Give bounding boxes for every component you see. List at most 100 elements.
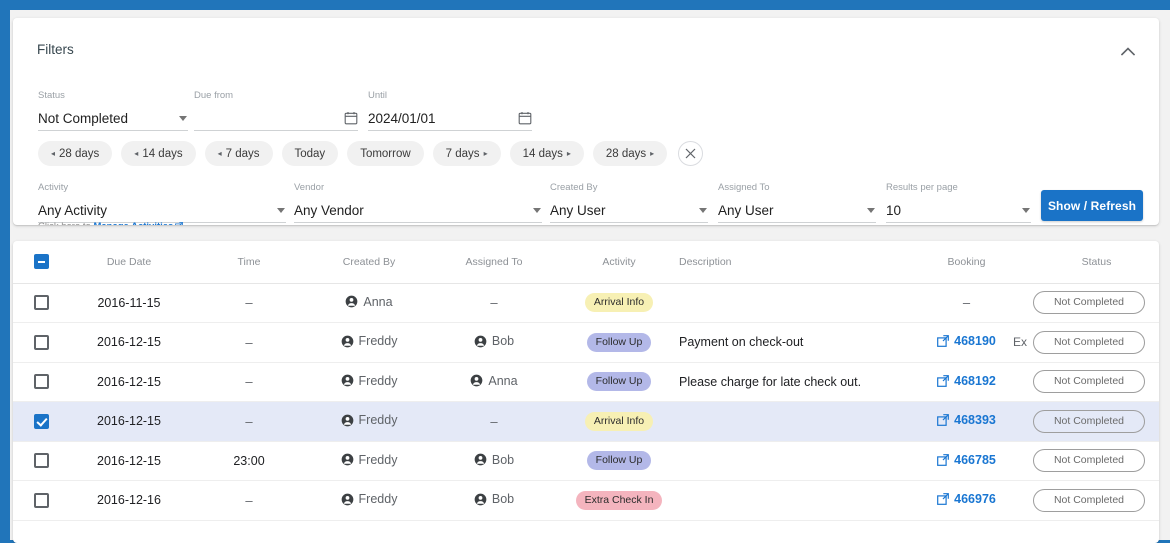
- row-checkbox[interactable]: [34, 414, 49, 429]
- quick-range-chip[interactable]: Today: [282, 141, 339, 166]
- description-cell: [679, 441, 899, 481]
- calendar-icon[interactable]: [344, 111, 358, 125]
- assigned-to-cell: –: [429, 402, 559, 442]
- assigned-to-filter[interactable]: Assigned To Any User: [718, 182, 876, 223]
- time-cell-text: 23:00: [233, 454, 264, 468]
- table-row[interactable]: 2016-12-1523:00FreddyBobFollow Up466785N…: [13, 441, 1159, 481]
- row-checkbox[interactable]: [34, 335, 49, 350]
- activity-badge: Arrival Info: [585, 412, 653, 431]
- created-by-cell: Freddy: [309, 362, 429, 402]
- quick-range-chip[interactable]: ◂28 days: [38, 141, 112, 166]
- created-by-name: Anna: [363, 295, 392, 309]
- status-wrap: Not Completed: [1034, 410, 1159, 433]
- time-cell: –: [189, 323, 309, 363]
- description-text: Payment on check-out: [679, 335, 803, 349]
- booking-link[interactable]: 466785: [937, 453, 996, 467]
- row-select-cell: [13, 362, 69, 402]
- created-by-cell: Anna: [309, 283, 429, 323]
- row-checkbox[interactable]: [34, 493, 49, 508]
- arrow-right-icon: ▸: [567, 150, 571, 158]
- page-surface: Filters Status Not Completed Due from: [10, 10, 1170, 540]
- row-select-cell: [13, 402, 69, 442]
- time-cell: –: [189, 362, 309, 402]
- show-refresh-button[interactable]: Show / Refresh: [1041, 190, 1143, 221]
- description-cell: Please charge for late check out.: [679, 362, 899, 402]
- status-badge[interactable]: Not Completed: [1033, 331, 1145, 354]
- quick-range-chip[interactable]: 28 days▸: [593, 141, 667, 166]
- activity-filter-label: Activity: [38, 182, 286, 194]
- quick-range-chip[interactable]: 7 days▸: [433, 141, 501, 166]
- booking-link[interactable]: 468192: [937, 374, 996, 388]
- person-chip: Freddy: [341, 413, 398, 427]
- column-header-description[interactable]: Description: [679, 241, 899, 283]
- column-header-status[interactable]: Status: [1034, 241, 1159, 283]
- quick-range-chip[interactable]: 14 days▸: [510, 141, 584, 166]
- created-by-filter[interactable]: Created By Any User: [550, 182, 708, 223]
- select-all-checkbox[interactable]: [34, 254, 49, 269]
- chevron-up-icon[interactable]: [1117, 40, 1139, 62]
- person-icon: [341, 374, 354, 387]
- status-filter[interactable]: Status Not Completed: [38, 90, 188, 131]
- chevron-down-icon: [699, 208, 707, 213]
- column-header-time[interactable]: Time: [189, 241, 309, 283]
- manage-activities-link[interactable]: Manage Activities: [93, 221, 173, 225]
- due-from-field[interactable]: Due from: [194, 90, 358, 131]
- column-header-activity[interactable]: Activity: [559, 241, 679, 283]
- due-from-label: Due from: [194, 90, 358, 102]
- booking-number: 466976: [954, 492, 996, 506]
- activity-badge: Extra Check In: [576, 491, 663, 510]
- table-row[interactable]: 2016-11-15–Anna–Arrival Info–Not Complet…: [13, 283, 1159, 323]
- results-per-page-filter[interactable]: Results per page 10: [886, 182, 1031, 223]
- column-header-due-date[interactable]: Due Date: [69, 241, 189, 283]
- created-by-name: Freddy: [359, 492, 398, 506]
- column-header-assigned-to[interactable]: Assigned To: [429, 241, 559, 283]
- due-date-cell-text: 2016-12-16: [97, 493, 161, 507]
- person-icon: [474, 493, 487, 506]
- column-header-created-by[interactable]: Created By: [309, 241, 429, 283]
- column-header-booking[interactable]: Booking: [899, 241, 1034, 283]
- person-icon: [341, 414, 354, 427]
- time-cell-text: –: [245, 493, 252, 508]
- filters-title: Filters: [37, 42, 74, 57]
- created-by-name: Freddy: [359, 453, 398, 467]
- time-cell: 23:00: [189, 441, 309, 481]
- status-badge[interactable]: Not Completed: [1033, 370, 1145, 393]
- vendor-filter[interactable]: Vendor Any Vendor: [294, 182, 542, 223]
- status-filter-label: Status: [38, 90, 188, 102]
- activities-table: Due Date Time Created By Assigned To Act…: [13, 241, 1159, 521]
- person-icon: [474, 453, 487, 466]
- booking-cell: 468192: [899, 362, 1034, 402]
- table-row[interactable]: 2016-12-15–FreddyAnnaFollow UpPlease cha…: [13, 362, 1159, 402]
- quick-range-chip[interactable]: ◂7 days: [205, 141, 273, 166]
- row-checkbox[interactable]: [34, 295, 49, 310]
- quick-range-chip[interactable]: Tomorrow: [347, 141, 423, 166]
- booking-cell: 466976: [899, 481, 1034, 521]
- row-checkbox[interactable]: [34, 453, 49, 468]
- created-by-name: Freddy: [359, 334, 398, 348]
- row-checkbox[interactable]: [34, 374, 49, 389]
- time-cell-text: –: [245, 335, 252, 350]
- results-per-page-label: Results per page: [886, 182, 1031, 194]
- booking-link[interactable]: 468393: [937, 413, 996, 427]
- booking-link[interactable]: 466976: [937, 492, 996, 506]
- table-row[interactable]: 2016-12-16–FreddyBobExtra Check In466976…: [13, 481, 1159, 521]
- booking-cell: 466785: [899, 441, 1034, 481]
- status-badge[interactable]: Not Completed: [1033, 449, 1145, 472]
- status-badge[interactable]: Not Completed: [1033, 489, 1145, 512]
- table-row[interactable]: 2016-12-15–Freddy–Arrival Info468393Not …: [13, 402, 1159, 442]
- until-field[interactable]: Until 2024/01/01: [368, 90, 532, 131]
- close-icon[interactable]: [678, 141, 703, 166]
- calendar-icon[interactable]: [518, 111, 532, 125]
- quick-range-chip-label: 28 days: [606, 148, 646, 160]
- status-badge[interactable]: Not Completed: [1033, 410, 1145, 433]
- activity-filter[interactable]: Activity Any Activity: [38, 182, 286, 223]
- status-cell: Not Completed: [1034, 441, 1159, 481]
- status-badge[interactable]: Not Completed: [1033, 291, 1145, 314]
- booking-link[interactable]: 468190: [937, 334, 996, 348]
- activity-cell: Arrival Info: [559, 402, 679, 442]
- status-wrap: Not Completed: [1034, 489, 1159, 512]
- quick-range-chip[interactable]: ◂14 days: [121, 141, 195, 166]
- row-select-cell: [13, 481, 69, 521]
- created-by-name: Freddy: [359, 374, 398, 388]
- table-row[interactable]: 2016-12-15–FreddyBobFollow UpPayment on …: [13, 323, 1159, 363]
